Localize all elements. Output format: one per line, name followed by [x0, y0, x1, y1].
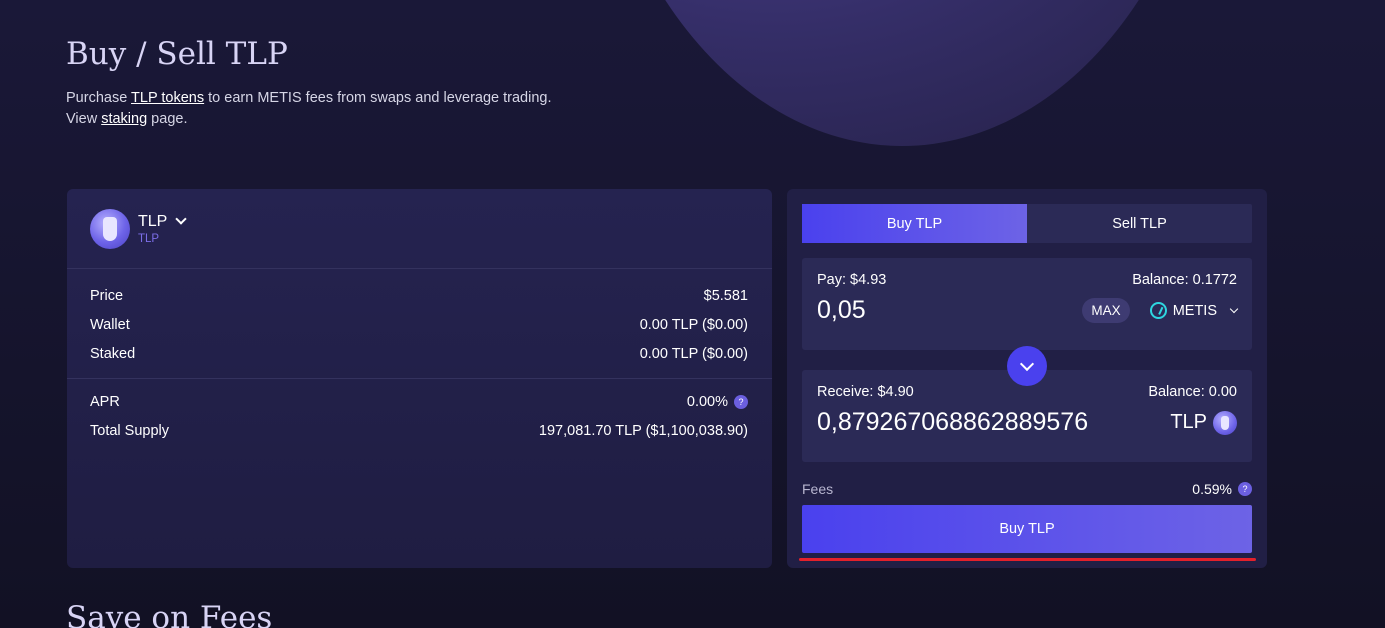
apr-value: 0.00% — [686, 393, 728, 410]
pay-box: Pay: $4.93 Balance: 0.1772 0,05 MAX METI… — [802, 258, 1252, 350]
tlp-logo-icon — [1213, 410, 1237, 435]
max-button[interactable]: MAX — [1082, 298, 1130, 323]
page-subtitle: Purchase TLP tokens to earn METIS fees f… — [66, 88, 552, 130]
token-selector[interactable]: TLP TLP — [67, 189, 772, 269]
token-name-row: TLP — [138, 212, 188, 231]
receive-token: TLP — [1170, 410, 1237, 435]
token-name: TLP — [138, 212, 168, 230]
chevron-down-icon — [1229, 304, 1239, 313]
price-row: Price $5.581 — [90, 281, 748, 310]
receive-output-row: 0,879267068862889576 TLP — [817, 408, 1237, 437]
pay-balance[interactable]: Balance: 0.1772 — [1132, 272, 1237, 288]
token-yield-stats: APR 0.00%? Total Supply 197,081.70 TLP (… — [67, 379, 772, 455]
swap-direction-button[interactable] — [1007, 346, 1047, 386]
total-supply-label: Total Supply — [90, 422, 169, 439]
subtitle-text: View — [66, 111, 102, 127]
price-label: Price — [90, 287, 124, 304]
price-value: $5.581 — [703, 287, 748, 304]
fees-value-wrap: 0.59%? — [1192, 481, 1252, 497]
total-supply-row: Total Supply 197,081.70 TLP ($1,100,038.… — [90, 416, 748, 445]
subtitle-text: Purchase — [66, 90, 132, 106]
receive-token-name: TLP — [1170, 411, 1207, 433]
staked-label: Staked — [90, 345, 136, 362]
section-title-save-on-fees: Save on Fees — [66, 600, 273, 628]
token-stats: Price $5.581 Wallet 0.00 TLP ($0.00) Sta… — [67, 269, 772, 378]
subtitle-text: page. — [147, 111, 188, 127]
fees-label: Fees — [802, 481, 834, 497]
wallet-label: Wallet — [90, 316, 130, 333]
metis-icon — [1149, 302, 1167, 319]
page-title: Buy / Sell TLP — [66, 36, 288, 72]
buy-tlp-button[interactable]: Buy TLP — [802, 505, 1252, 553]
tlp-logo-icon — [90, 208, 130, 249]
pay-header: Pay: $4.93 Balance: 0.1772 — [817, 272, 1237, 288]
apr-label: APR — [90, 393, 120, 410]
tlp-tokens-link[interactable]: TLP tokens — [131, 90, 204, 106]
tab-sell-tlp[interactable]: Sell TLP — [1027, 204, 1252, 243]
token-names: TLP TLP — [138, 212, 188, 245]
pay-controls: MAX METIS — [1082, 298, 1239, 323]
receive-label: Receive: $4.90 — [817, 384, 914, 400]
token-symbol: TLP — [138, 232, 160, 245]
chevron-down-icon — [1019, 356, 1035, 371]
subtitle-line-1: Purchase TLP tokens to earn METIS fees f… — [66, 88, 552, 109]
highlight-underline — [799, 558, 1256, 561]
tab-buy-tlp[interactable]: Buy TLP — [802, 204, 1027, 243]
receive-header: Receive: $4.90 Balance: 0.00 — [817, 384, 1237, 400]
chevron-down-icon[interactable] — [175, 213, 188, 225]
pay-token-selector[interactable]: METIS — [1149, 302, 1239, 319]
swap-card: Buy TLP Sell TLP Pay: $4.93 Balance: 0.1… — [787, 189, 1267, 568]
receive-amount[interactable]: 0,879267068862889576 — [817, 408, 1088, 437]
help-icon[interactable]: ? — [1238, 482, 1252, 496]
token-info-card: TLP TLP Price $5.581 Wallet 0.00 TLP ($0… — [67, 189, 772, 568]
background-glow — [582, 0, 1222, 146]
pay-label: Pay: $4.93 — [817, 272, 887, 288]
pay-token-name: METIS — [1172, 302, 1217, 319]
help-icon[interactable]: ? — [734, 394, 748, 409]
total-supply-value: 197,081.70 TLP ($1,100,038.90) — [538, 422, 748, 439]
receive-balance: Balance: 0.00 — [1148, 384, 1237, 400]
apr-row: APR 0.00%? — [90, 387, 748, 416]
fees-value: 0.59% — [1192, 481, 1232, 497]
fees-row: Fees 0.59%? — [802, 481, 1252, 497]
staked-value: 0.00 TLP ($0.00) — [639, 345, 748, 362]
pay-input-row: 0,05 MAX METIS — [817, 296, 1239, 325]
staking-link[interactable]: staking — [101, 111, 147, 127]
apr-value-wrap: 0.00%? — [687, 394, 748, 410]
pay-amount-input[interactable]: 0,05 — [817, 296, 866, 325]
buy-sell-tabs: Buy TLP Sell TLP — [802, 204, 1252, 243]
subtitle-text: to earn METIS fees from swaps and levera… — [204, 90, 552, 106]
wallet-row: Wallet 0.00 TLP ($0.00) — [90, 310, 748, 339]
staked-row: Staked 0.00 TLP ($0.00) — [90, 339, 748, 368]
subtitle-line-2: View staking page. — [66, 109, 552, 130]
wallet-value: 0.00 TLP ($0.00) — [639, 316, 748, 333]
